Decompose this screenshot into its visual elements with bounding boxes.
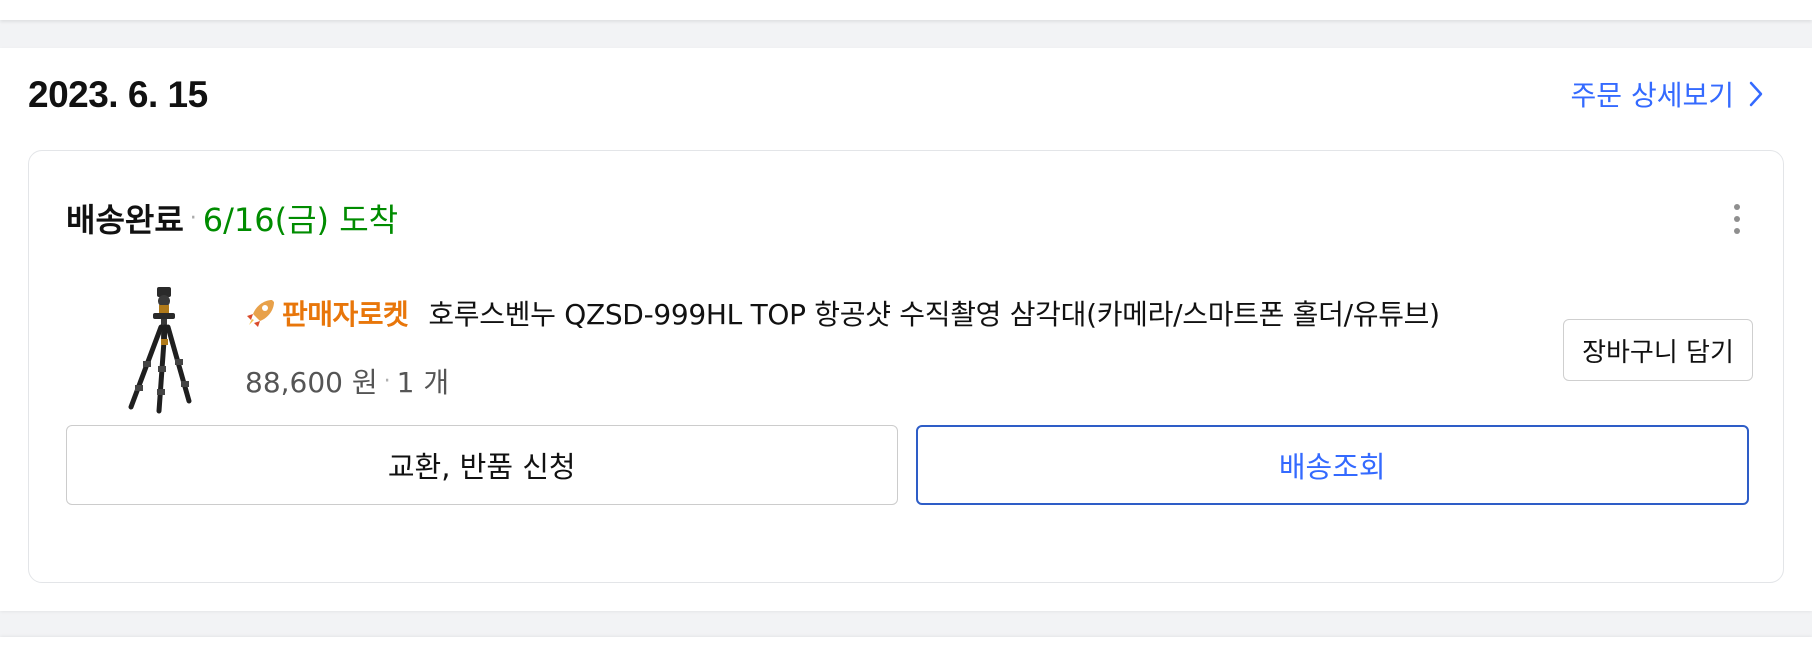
more-vertical-icon-dot (1734, 204, 1740, 210)
price-separator: · (383, 368, 391, 394)
arrival-text: 6/16(금) 도착 (202, 201, 399, 239)
exchange-return-button[interactable]: 교환, 반품 신청 (66, 425, 898, 505)
product-title-link[interactable]: 호루스벤누 QZSD-999HL TOP 항공샷 수직촬영 삼각대(카메라/스마… (428, 293, 1440, 333)
previous-card-edge (0, 0, 1812, 20)
more-vertical-icon-dot (1734, 228, 1740, 234)
status-separator: · (189, 205, 197, 231)
product-thumbnail-tripod-image[interactable] (95, 281, 235, 421)
order-card: 2023. 6. 15 주문 상세보기 배송완료 · 6/16(금) 도착 판매… (0, 48, 1812, 611)
seller-rocket-badge: 판매자로켓 (244, 293, 409, 333)
chevron-right-icon (1749, 81, 1763, 107)
delivery-status: 배송완료 · 6/16(금) 도착 (66, 195, 398, 241)
order-detail-label: 주문 상세보기 (1570, 79, 1734, 112)
more-vertical-icon-dot (1734, 216, 1740, 222)
action-buttons: 교환, 반품 신청 배송조회 (66, 425, 1749, 505)
rocket-badge-label: 판매자로켓 (282, 298, 409, 331)
product-title-line: 판매자로켓 호루스벤누 QZSD-999HL TOP 항공샷 수직촬영 삼각대(… (244, 293, 1440, 333)
price-quantity: 88,600 원 · 1 개 (245, 361, 449, 401)
order-date: 2023. 6. 15 (28, 74, 208, 115)
add-to-cart-button[interactable]: 장바구니 담기 (1563, 319, 1753, 381)
shipment-box: 배송완료 · 6/16(금) 도착 판매자로켓 호루스벤누 QZSD-999HL… (28, 150, 1784, 583)
track-delivery-button[interactable]: 배송조회 (915, 425, 1749, 505)
status-text: 배송완료 (66, 201, 184, 239)
product-price: 88,600 원 (245, 366, 378, 399)
rocket-icon (247, 300, 274, 327)
more-options-button[interactable] (1719, 197, 1755, 241)
product-quantity: 1 개 (396, 366, 450, 399)
next-card-edge (0, 637, 1812, 658)
order-detail-link[interactable]: 주문 상세보기 (1571, 74, 1764, 114)
